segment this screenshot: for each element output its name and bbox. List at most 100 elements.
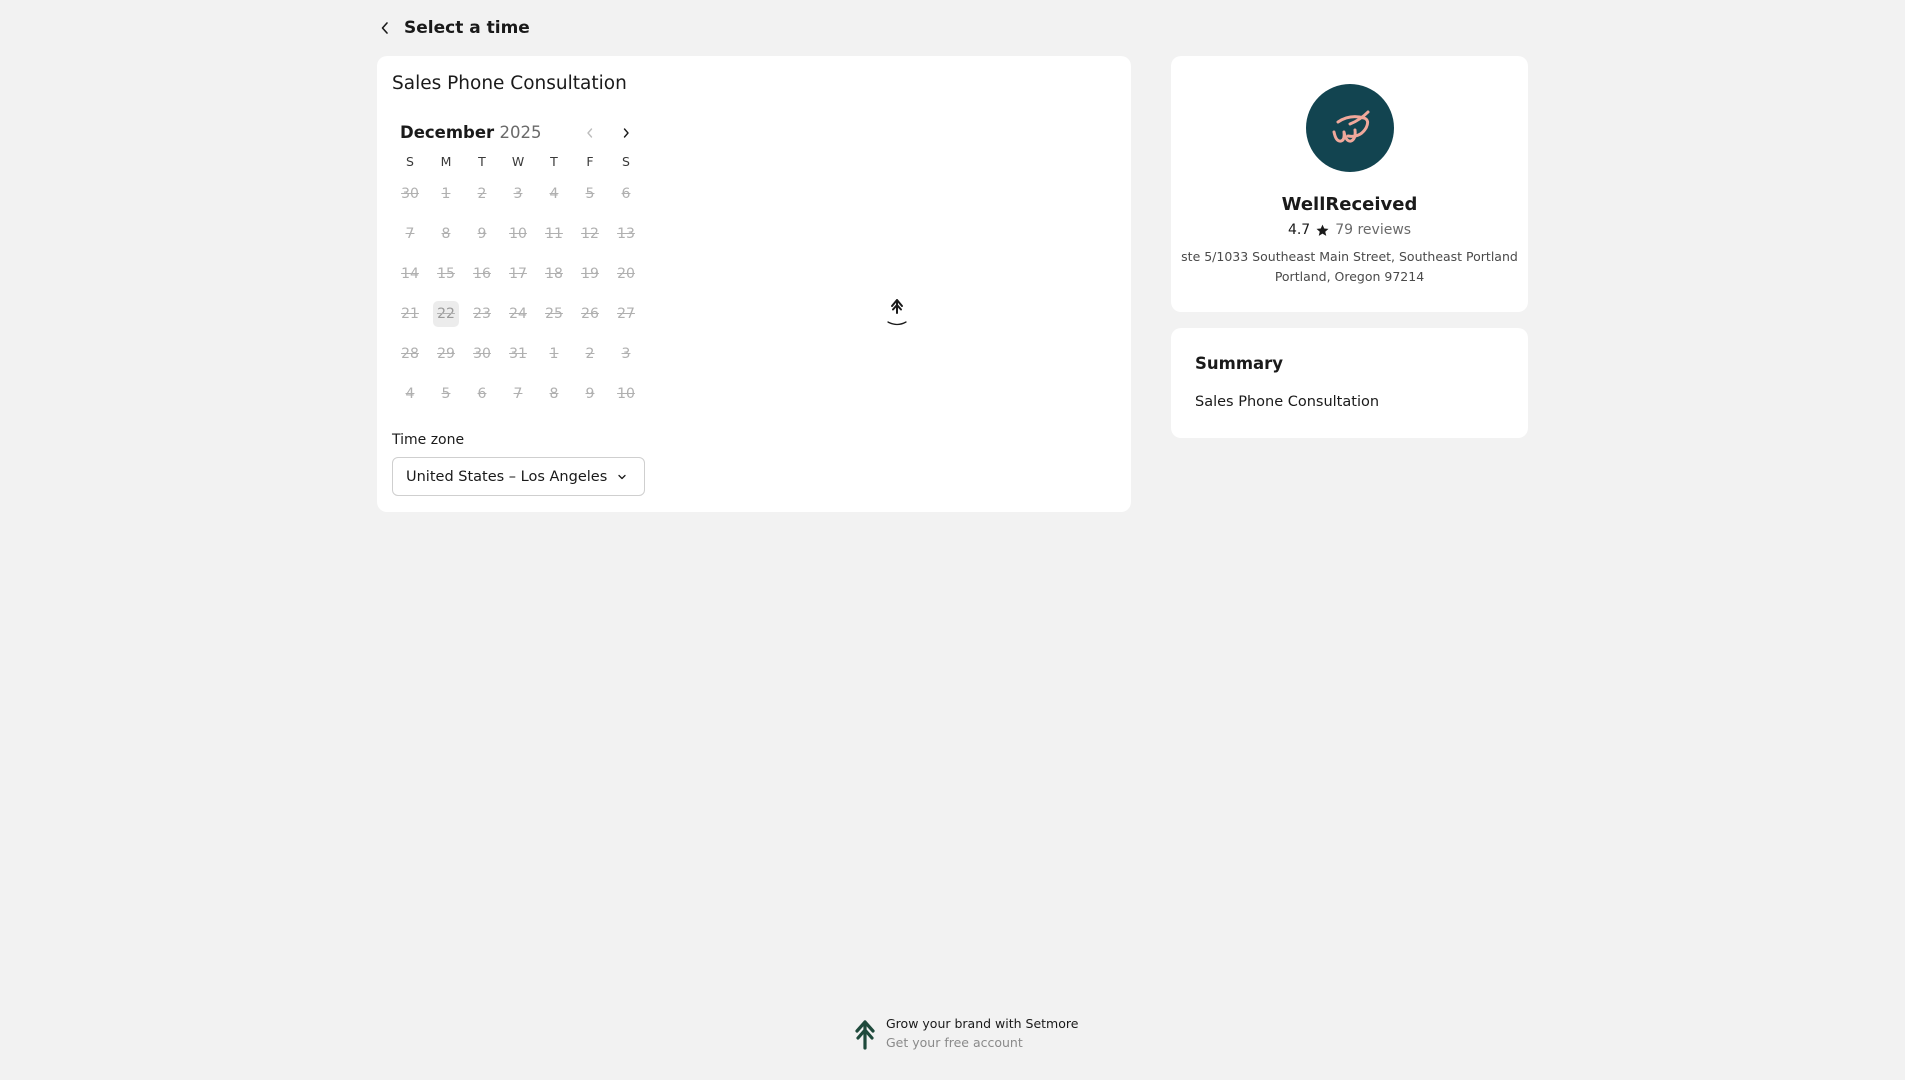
calendar-day[interactable]: 6 bbox=[608, 174, 644, 214]
calendar-day-number: 10 bbox=[617, 386, 635, 402]
summary-service: Sales Phone Consultation bbox=[1195, 394, 1380, 410]
rating-row: 4.7 79 reviews bbox=[1171, 222, 1528, 238]
calendar-day[interactable]: 1 bbox=[428, 174, 464, 214]
calendar-day-number: 3 bbox=[621, 346, 631, 362]
calendar-day-number: 28 bbox=[401, 346, 419, 362]
month-name: December bbox=[400, 123, 495, 142]
calendar-day-number: 9 bbox=[585, 386, 595, 402]
timezone-label: Time zone bbox=[392, 432, 465, 448]
calendar-day[interactable]: 31 bbox=[500, 334, 536, 374]
calendar-day[interactable]: 2 bbox=[572, 334, 608, 374]
footer-headline: Grow your brand with Setmore bbox=[886, 1016, 1079, 1031]
calendar-day[interactable]: 16 bbox=[464, 254, 500, 294]
calendar-day-number: 27 bbox=[617, 306, 635, 322]
reviews-link[interactable]: 79 reviews bbox=[1335, 222, 1411, 238]
calendar-day[interactable]: 7 bbox=[392, 214, 428, 254]
calendar-day[interactable]: 4 bbox=[536, 174, 572, 214]
calendar-day-number: 21 bbox=[401, 306, 419, 322]
calendar-day-number: 20 bbox=[617, 266, 635, 282]
business-name: WellReceived bbox=[1281, 194, 1418, 215]
calendar-day[interactable]: 4 bbox=[392, 374, 428, 414]
rating-value: 4.7 bbox=[1287, 222, 1311, 238]
calendar-day[interactable]: 9 bbox=[464, 214, 500, 254]
calendar-day-number: 10 bbox=[509, 226, 527, 242]
calendar-day-number: 4 bbox=[549, 186, 559, 202]
setmore-logo-icon bbox=[855, 1020, 875, 1050]
calendar-day[interactable]: 23 bbox=[464, 294, 500, 334]
weekday-label: T bbox=[550, 154, 558, 169]
weekday-label: S bbox=[622, 154, 630, 169]
calendar-day-number: 7 bbox=[405, 226, 415, 242]
calendar-day[interactable]: 6 bbox=[464, 374, 500, 414]
calendar-day[interactable]: 8 bbox=[536, 374, 572, 414]
calendar-day[interactable]: 12 bbox=[572, 214, 608, 254]
calendar-day[interactable]: 15 bbox=[428, 254, 464, 294]
calendar-day-number: 8 bbox=[549, 386, 559, 402]
calendar-day[interactable]: 29 bbox=[428, 334, 464, 374]
calendar-day[interactable]: 19 bbox=[572, 254, 608, 294]
calendar-day-number: 5 bbox=[585, 186, 595, 202]
calendar-day[interactable]: 8 bbox=[428, 214, 464, 254]
calendar-day-number: 19 bbox=[581, 266, 599, 282]
footer-text: Grow your brand with Setmore Get your fr… bbox=[886, 1016, 1078, 1050]
calendar-day[interactable]: 5 bbox=[428, 374, 464, 414]
calendar-day[interactable]: 30 bbox=[392, 174, 428, 214]
calendar-day[interactable]: 24 bbox=[500, 294, 536, 334]
calendar-day[interactable]: 11 bbox=[536, 214, 572, 254]
back-button[interactable] bbox=[376, 17, 394, 39]
calendar: December 2025 SMTWTFS 30 1 2 3 4 5 6 7 8 9 10 11 12 1… bbox=[392, 120, 646, 414]
calendar-day[interactable]: 1 bbox=[536, 334, 572, 374]
weekday-row: SMTWTFS bbox=[392, 154, 646, 170]
calendar-day-number: 29 bbox=[437, 346, 455, 362]
next-month-button[interactable] bbox=[614, 121, 638, 145]
calendar-day[interactable]: 14 bbox=[392, 254, 428, 294]
calendar-day[interactable]: 18 bbox=[536, 254, 572, 294]
calendar-day[interactable]: 13 bbox=[608, 214, 644, 254]
calendar-day-number: 4 bbox=[405, 386, 415, 402]
calendar-day[interactable]: 3 bbox=[500, 174, 536, 214]
page-header: Select a time bbox=[376, 14, 530, 42]
calendar-day-number: 31 bbox=[509, 346, 527, 362]
calendar-day-number: 3 bbox=[513, 186, 523, 202]
wellreceived-logo-icon bbox=[1332, 110, 1370, 143]
calendar-day[interactable]: 5 bbox=[572, 174, 608, 214]
calendar-day-number: 23 bbox=[473, 306, 491, 322]
booking-card: Sales Phone Consultation December 2025 S… bbox=[377, 56, 1131, 512]
calendar-day[interactable]: 10 bbox=[608, 374, 644, 414]
calendar-day[interactable]: 3 bbox=[608, 334, 644, 374]
setmore-loading-icon bbox=[887, 299, 907, 326]
calendar-day[interactable]: 26 bbox=[572, 294, 608, 334]
calendar-day-number: 15 bbox=[437, 266, 455, 282]
calendar-day[interactable]: 30 bbox=[464, 334, 500, 374]
summary-title: Summary bbox=[1195, 354, 1284, 373]
calendar-day[interactable]: 28 bbox=[392, 334, 428, 374]
service-title: Sales Phone Consultation bbox=[392, 73, 627, 94]
month-label: December 2025 bbox=[400, 123, 541, 142]
timezone-select[interactable]: United States – Los Angeles bbox=[392, 457, 645, 496]
free-account-link[interactable]: Get your free account bbox=[886, 1035, 1078, 1050]
calendar-day[interactable]: 7 bbox=[500, 374, 536, 414]
calendar-day[interactable]: 27 bbox=[608, 294, 644, 334]
calendar-day[interactable]: 9 bbox=[572, 374, 608, 414]
calendar-day-number: 11 bbox=[545, 226, 563, 242]
calendar-day[interactable]: 2 bbox=[464, 174, 500, 214]
weekday-label: M bbox=[440, 154, 452, 169]
calendar-day-number: 8 bbox=[441, 226, 451, 242]
address-line-1: ste 5/1033 Southeast Main Street, Southe… bbox=[1181, 249, 1518, 264]
weekday-label: F bbox=[586, 154, 594, 169]
calendar-day[interactable]: 20 bbox=[608, 254, 644, 294]
footer-promo: Grow your brand with Setmore Get your fr… bbox=[852, 1016, 1078, 1050]
calendar-day-number: 14 bbox=[401, 266, 419, 282]
calendar-day[interactable]: 17 bbox=[500, 254, 536, 294]
previous-month-button[interactable] bbox=[578, 121, 602, 145]
calendar-day[interactable]: 10 bbox=[500, 214, 536, 254]
chevron-left-icon bbox=[587, 128, 593, 138]
calendar-day[interactable]: 22 bbox=[428, 294, 464, 334]
timezone-value: United States – Los Angeles bbox=[406, 468, 608, 485]
weekday-label: T bbox=[478, 154, 486, 169]
calendar-day-number: 17 bbox=[509, 266, 527, 282]
calendar-day-number: 2 bbox=[585, 346, 595, 362]
calendar-day[interactable]: 25 bbox=[536, 294, 572, 334]
calendar-day[interactable]: 21 bbox=[392, 294, 428, 334]
calendar-day-number: 16 bbox=[473, 266, 491, 282]
